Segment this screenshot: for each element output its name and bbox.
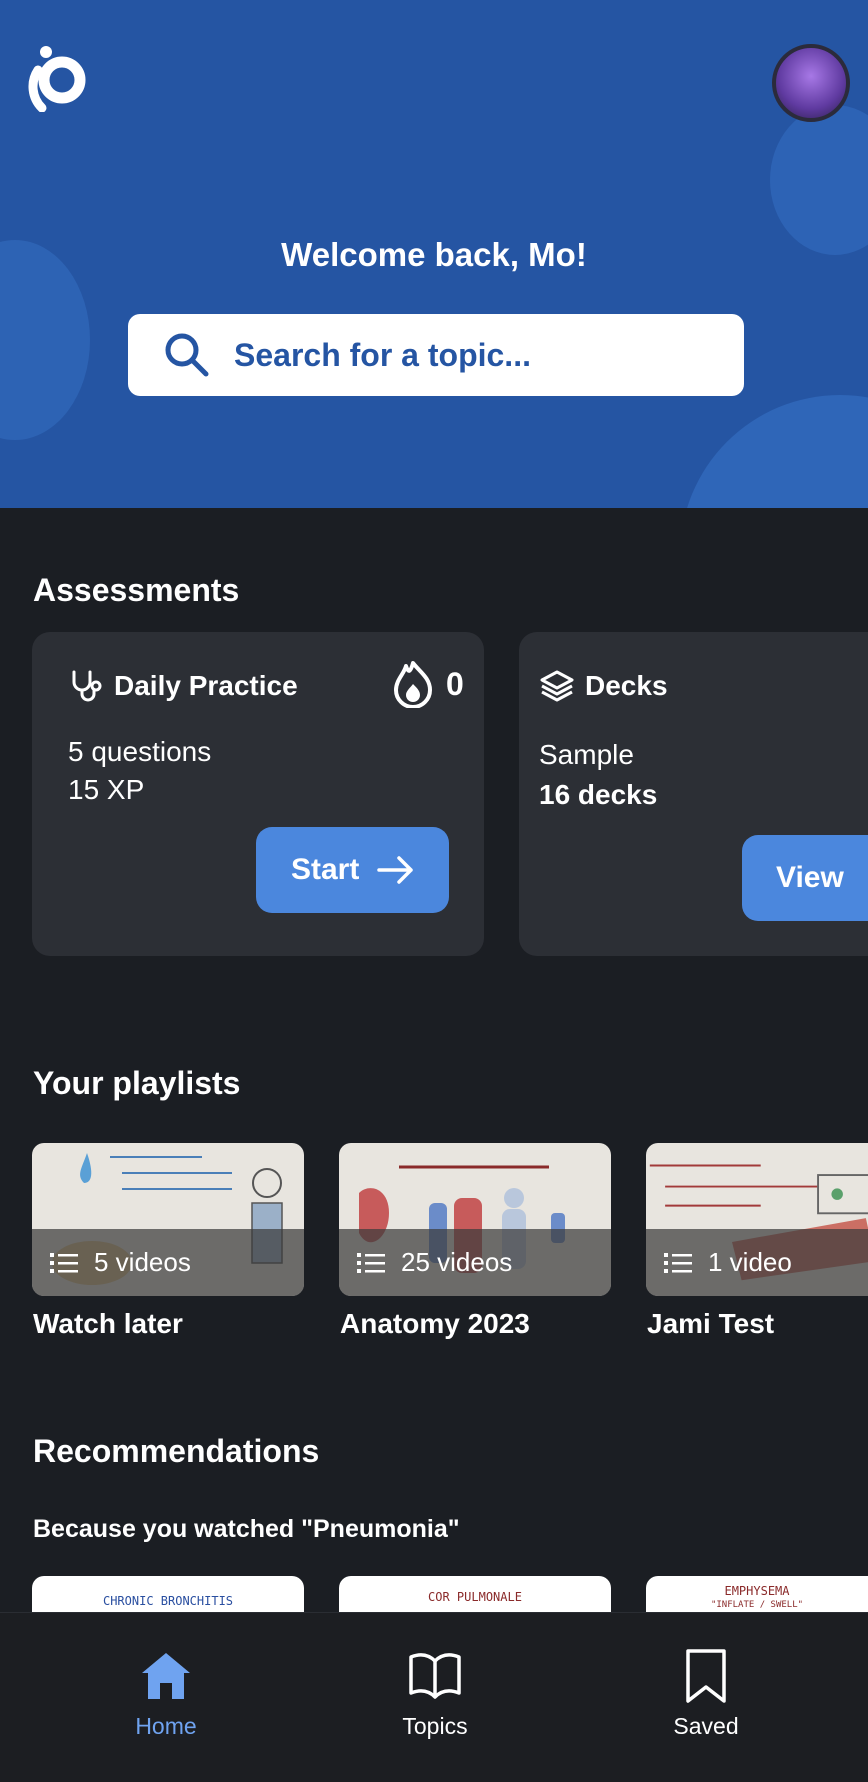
recommendations-title: Recommendations (33, 1433, 320, 1469)
stethoscope-icon (72, 670, 102, 702)
nav-home-label: Home (135, 1713, 197, 1739)
recommendation-sublabel: "INFLATE / SWELL" (710, 1600, 804, 1610)
nav-topics[interactable]: Topics (355, 1647, 515, 1740)
header-banner: Welcome back, Mo! Search for a topic... (0, 0, 868, 508)
mascot-illustration-right (770, 105, 868, 255)
playlists-title: Your playlists (33, 1065, 241, 1101)
nav-home[interactable]: Home (86, 1647, 246, 1740)
decks-sample-label: Sample (539, 739, 634, 770)
recommendations-subtitle: Because you watched "Pneumonia" (33, 1515, 460, 1543)
start-button-label: Start (291, 853, 360, 886)
bottom-navigation: Home Topics Saved (0, 1612, 868, 1782)
flame-icon (394, 661, 432, 708)
playlist-name[interactable]: Watch later (33, 1308, 183, 1340)
streak-counter: 0 (392, 660, 464, 708)
list-icon (357, 1252, 385, 1273)
playlist-thumbnail-watch-later[interactable]: 5 videos (32, 1143, 304, 1296)
decks-label: Decks (585, 670, 668, 701)
recommendation-label: COR PULMONALE (428, 1590, 522, 1604)
video-count-overlay: 1 video (646, 1229, 868, 1296)
nav-saved-label: Saved (673, 1713, 739, 1739)
video-count: 1 video (708, 1247, 792, 1277)
list-icon (50, 1252, 78, 1273)
xp-reward: 15 XP (68, 774, 145, 805)
video-count-overlay: 5 videos (32, 1229, 304, 1296)
video-count-overlay: 25 videos (339, 1229, 611, 1296)
decks-card[interactable]: Decks Sample 16 decks View (519, 632, 868, 956)
avatar[interactable] (772, 44, 850, 122)
decks-count: 16 decks (539, 779, 658, 810)
search-placeholder: Search for a topic... (234, 336, 531, 373)
decorative-circle (680, 395, 868, 508)
start-button[interactable]: Start (256, 827, 449, 913)
app-logo-icon[interactable] (24, 40, 90, 112)
playlist-name[interactable]: Jami Test (647, 1308, 774, 1340)
bookmark-icon (686, 1649, 726, 1703)
arrow-right-icon (377, 856, 414, 884)
home-icon (142, 1653, 190, 1699)
playlist-thumbnail-anatomy-2023[interactable]: 25 videos (339, 1143, 611, 1296)
question-count: 5 questions (68, 736, 212, 767)
book-icon (409, 1653, 461, 1699)
video-count: 25 videos (401, 1247, 513, 1277)
playlist-thumbnail-jami-test[interactable]: 1 video (646, 1143, 868, 1296)
playlist-name[interactable]: Anatomy 2023 (340, 1308, 530, 1340)
nav-saved[interactable]: Saved (626, 1647, 786, 1740)
layers-icon (540, 670, 574, 702)
list-icon (664, 1252, 692, 1273)
search-icon (165, 333, 209, 377)
daily-practice-label: Daily Practice (114, 670, 298, 701)
welcome-heading: Welcome back, Mo! (281, 236, 587, 273)
nav-topics-label: Topics (402, 1713, 468, 1739)
assessments-title: Assessments (33, 572, 240, 608)
video-count: 5 videos (94, 1247, 191, 1277)
recommendation-label: EMPHYSEMA (724, 1584, 790, 1598)
view-button-label: View (776, 861, 844, 894)
view-button[interactable]: View (742, 835, 868, 921)
search-input[interactable]: Search for a topic... (128, 314, 744, 396)
daily-practice-header: Daily Practice (68, 668, 298, 704)
daily-practice-card[interactable]: Daily Practice 0 5 questions 15 XP Start (32, 632, 484, 956)
recommendation-label: CHRONIC BRONCHITIS (102, 1594, 234, 1608)
streak-count: 0 (446, 665, 464, 702)
decks-header: Decks (539, 668, 668, 704)
